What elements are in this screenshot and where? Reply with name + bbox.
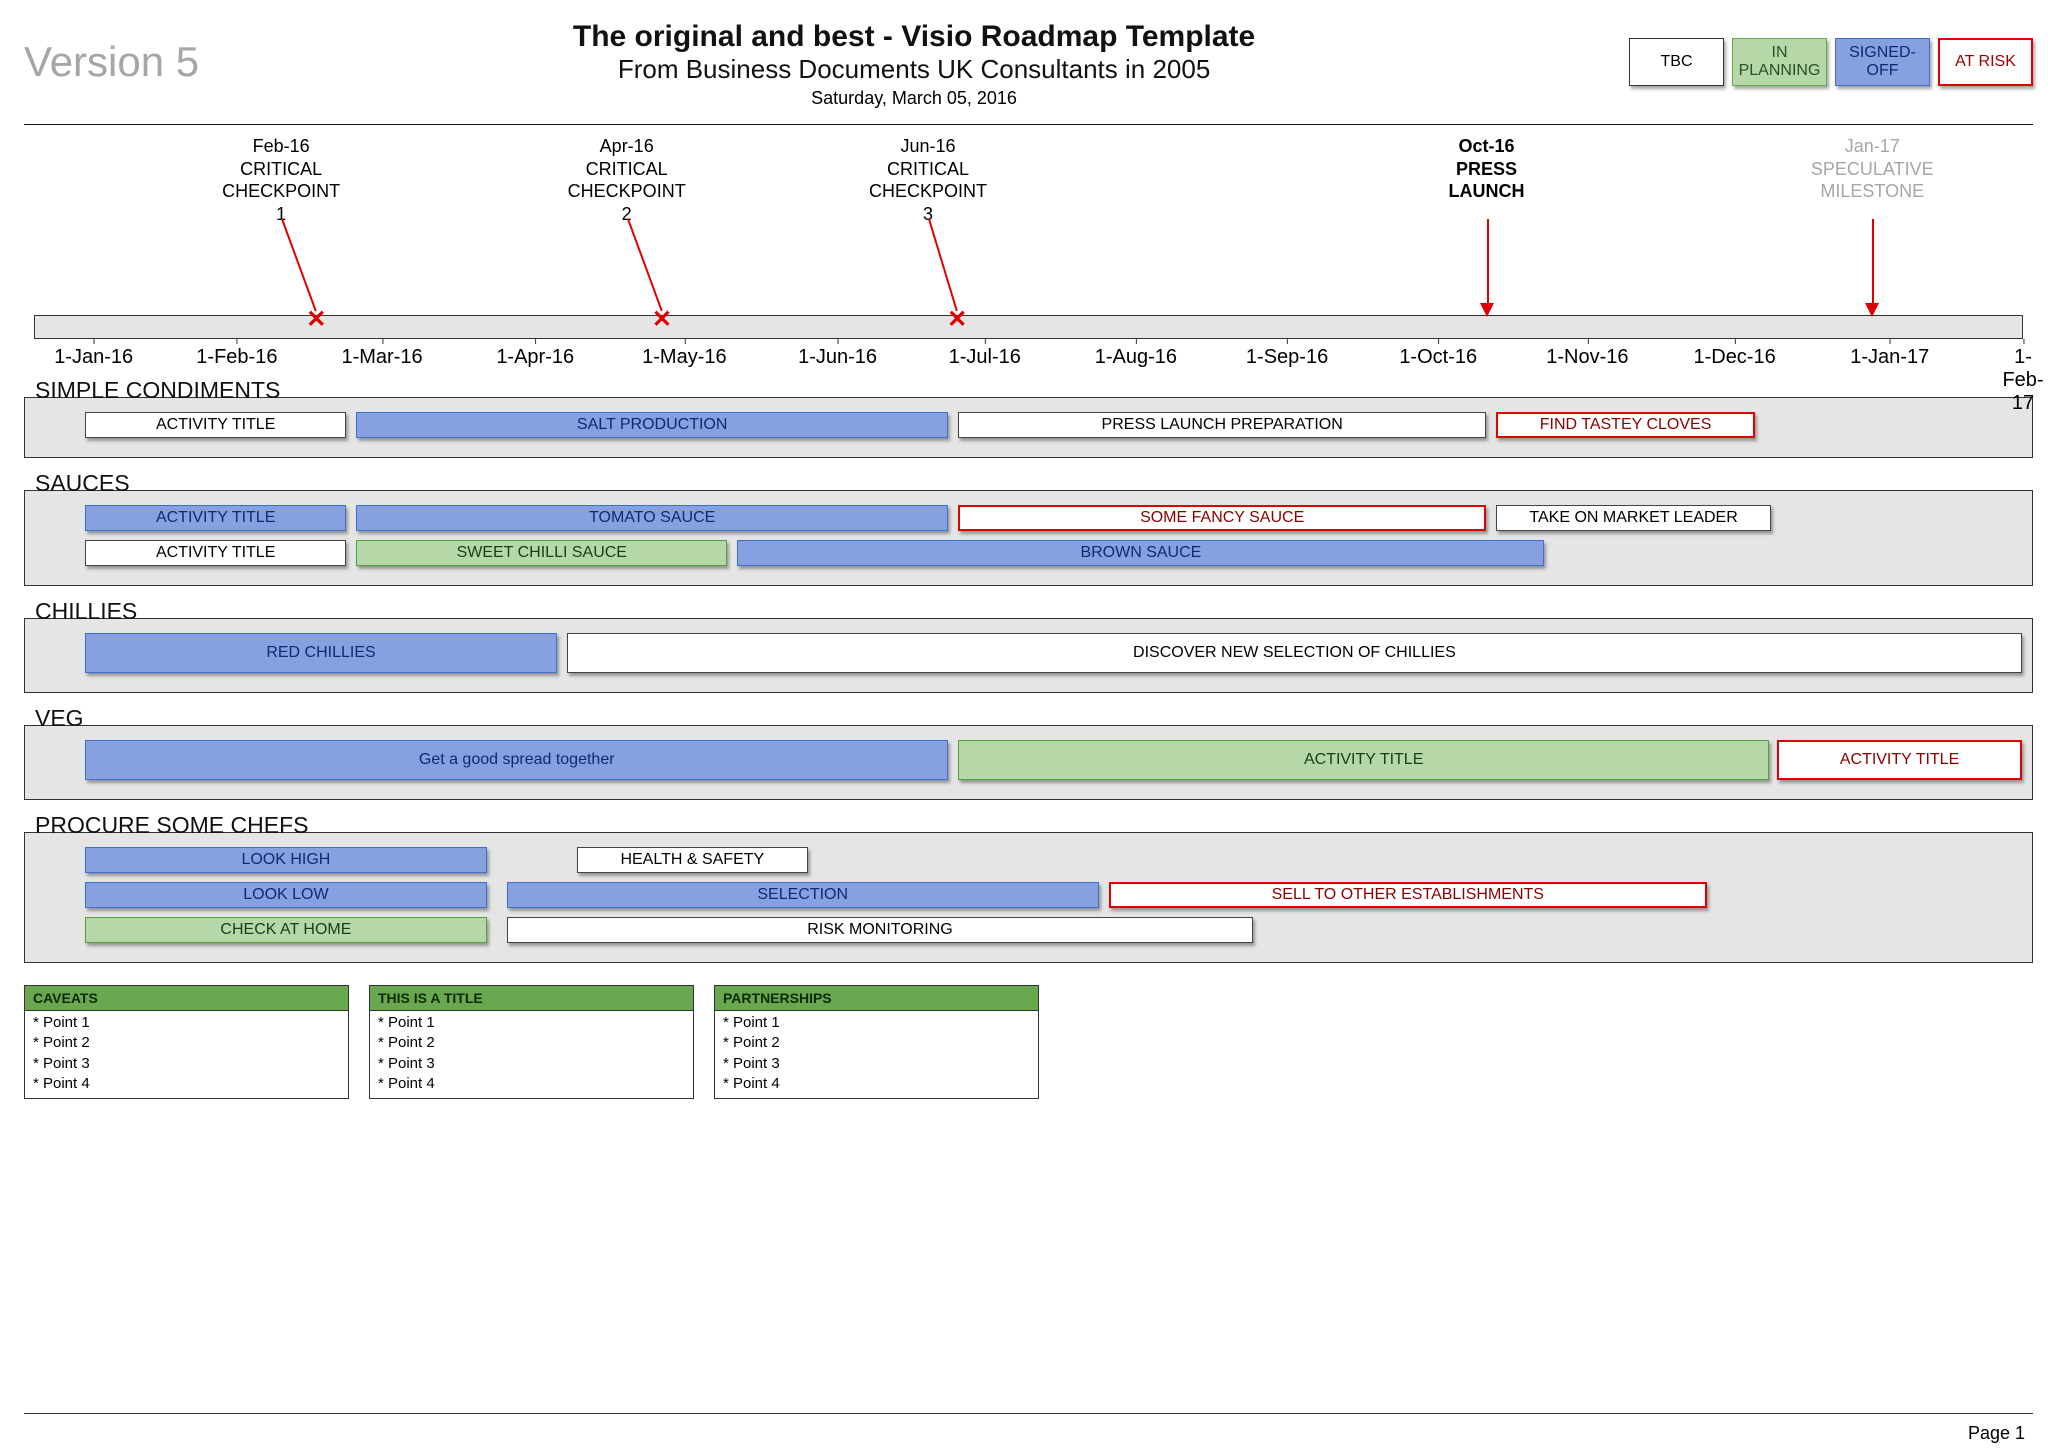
- legend: TBC IN PLANNING SIGNED-OFF AT RISK: [1629, 38, 2033, 86]
- activity-bar: RED CHILLIES: [85, 633, 557, 673]
- milestone-connector: [1487, 219, 1489, 311]
- footer-point: * Point 1: [33, 1013, 340, 1033]
- page: Version 5 The original and best - Visio …: [0, 0, 2057, 1456]
- activity-bar: SWEET CHILLI SAUCE: [356, 540, 727, 566]
- swimlane-title: SAUCES: [35, 470, 2032, 497]
- header-row: Version 5 The original and best - Visio …: [24, 20, 2033, 125]
- activity-bar: TAKE ON MARKET LEADER: [1496, 505, 1771, 531]
- footer-point: * Point 2: [33, 1033, 340, 1053]
- timeline-tick: 1-Jul-16: [949, 346, 1021, 369]
- footer-point: * Point 2: [378, 1033, 685, 1053]
- timeline-tick: 1-Dec-16: [1693, 346, 1775, 369]
- swimlane-title: SIMPLE CONDIMENTS: [35, 377, 2032, 404]
- footer-boxes: CAVEATS* Point 1* Point 2* Point 3* Poin…: [24, 985, 2033, 1099]
- timeline-tick: 1-Feb-16: [196, 346, 277, 369]
- timeline-tick: 1-Oct-16: [1399, 346, 1477, 369]
- title-block: The original and best - Visio Roadmap Te…: [573, 20, 1255, 109]
- milestone-arrow-icon: [1480, 303, 1494, 317]
- footer-box-title: CAVEATS: [25, 986, 348, 1011]
- main-title: The original and best - Visio Roadmap Te…: [573, 20, 1255, 54]
- activity-bar: ACTIVITY TITLE: [85, 505, 346, 531]
- timeline-tick: 1-Feb-17: [2002, 346, 2043, 415]
- footer-box: PARTNERSHIPS* Point 1* Point 2* Point 3*…: [714, 985, 1039, 1099]
- milestone-x-icon: ✕: [306, 305, 326, 334]
- activity-bar: LOOK LOW: [85, 882, 486, 908]
- swimlanes: SIMPLE CONDIMENTSACTIVITY TITLESALT PROD…: [24, 397, 2033, 963]
- milestone-area: 1-Jan-161-Feb-161-Mar-161-Apr-161-May-16…: [24, 135, 2033, 355]
- timeline-tick: 1-Jan-17: [1850, 346, 1929, 369]
- activity-bar: SELECTION: [507, 882, 1099, 908]
- footer-box: CAVEATS* Point 1* Point 2* Point 3* Poin…: [24, 985, 349, 1099]
- date-label: Saturday, March 05, 2016: [573, 88, 1255, 109]
- swimlane: SIMPLE CONDIMENTSACTIVITY TITLESALT PROD…: [24, 397, 2033, 458]
- activity-bar: SALT PRODUCTION: [356, 412, 948, 438]
- activity-bar: ACTIVITY TITLE: [85, 540, 346, 566]
- milestone-label: Jun-16CRITICALCHECKPOINT3: [838, 135, 1018, 225]
- activity-bar: ACTIVITY TITLE: [958, 740, 1769, 780]
- milestone-x-icon: ✕: [652, 305, 672, 334]
- legend-in-planning: IN PLANNING: [1732, 38, 1827, 86]
- timeline-tick: 1-Apr-16: [496, 346, 574, 369]
- milestone-label: Apr-16CRITICALCHECKPOINT2: [537, 135, 717, 225]
- activity-bar: Get a good spread together: [85, 740, 948, 780]
- timeline-tick: 1-Nov-16: [1546, 346, 1628, 369]
- activity-bar: TOMATO SAUCE: [356, 505, 948, 531]
- swimlane: CHILLIESRED CHILLIESDISCOVER NEW SELECTI…: [24, 618, 2033, 693]
- timeline-tick: 1-May-16: [642, 346, 726, 369]
- footer-point: * Point 3: [723, 1054, 1030, 1074]
- milestone-connector: [281, 219, 317, 312]
- timeline-tick: 1-Jan-16: [54, 346, 133, 369]
- activity-bar: LOOK HIGH: [85, 847, 486, 873]
- footer-point: * Point 3: [378, 1054, 685, 1074]
- activity-bar: DISCOVER NEW SELECTION OF CHILLIES: [567, 633, 2022, 673]
- legend-signed-off: SIGNED-OFF: [1835, 38, 1930, 86]
- page-number: Page 1: [1968, 1423, 2025, 1444]
- footer-point: * Point 4: [723, 1074, 1030, 1094]
- milestone-label: Oct-16PRESSLAUNCH: [1397, 135, 1577, 203]
- milestone-label: Feb-16CRITICALCHECKPOINT1: [191, 135, 371, 225]
- activity-bar: RISK MONITORING: [507, 917, 1254, 943]
- swimlane: PROCURE SOME CHEFSLOOK HIGHHEALTH & SAFE…: [24, 832, 2033, 963]
- milestone-x-icon: ✕: [947, 305, 967, 334]
- timeline-tick: 1-Mar-16: [341, 346, 422, 369]
- footer-box-title: PARTNERSHIPS: [715, 986, 1038, 1011]
- swimlane-title: PROCURE SOME CHEFS: [35, 812, 2032, 839]
- version-label: Version 5: [24, 38, 199, 86]
- timeline-tick: 1-Aug-16: [1095, 346, 1177, 369]
- activity-bar: SELL TO OTHER ESTABLISHMENTS: [1109, 882, 1707, 908]
- activity-bar: ACTIVITY TITLE: [1777, 740, 2022, 780]
- footer-rule: [24, 1413, 2033, 1414]
- activity-bar: FIND TASTEY CLOVES: [1496, 412, 1755, 438]
- tick-row: 1-Jan-16 1-Feb-16 1-Mar-16 1-Apr-16 1-May-16…: [34, 340, 2023, 380]
- activity-bar: BROWN SAUCE: [737, 540, 1544, 566]
- footer-point: * Point 1: [723, 1013, 1030, 1033]
- footer-point: * Point 4: [378, 1074, 685, 1094]
- swimlane-title: CHILLIES: [35, 598, 2032, 625]
- activity-bar: PRESS LAUNCH PREPARATION: [958, 412, 1486, 438]
- milestone-connector: [627, 219, 663, 312]
- milestone-label: Jan-17SPECULATIVEMILESTONE: [1782, 135, 1962, 203]
- swimlane: SAUCESACTIVITY TITLETOMATO SAUCESOME FAN…: [24, 490, 2033, 586]
- footer-point: * Point 4: [33, 1074, 340, 1094]
- legend-tbc: TBC: [1629, 38, 1724, 86]
- legend-at-risk: AT RISK: [1938, 38, 2033, 86]
- footer-point: * Point 1: [378, 1013, 685, 1033]
- activity-bar: ACTIVITY TITLE: [85, 412, 346, 438]
- activity-bar: SOME FANCY SAUCE: [958, 505, 1486, 531]
- footer-box-title: THIS IS A TITLE: [370, 986, 693, 1011]
- activity-bar: HEALTH & SAFETY: [577, 847, 808, 873]
- timeline-tick: 1-Sep-16: [1246, 346, 1328, 369]
- footer-point: * Point 3: [33, 1054, 340, 1074]
- milestone-connector: [928, 219, 958, 312]
- milestone-connector: [1872, 219, 1874, 311]
- footer-point: * Point 2: [723, 1033, 1030, 1053]
- subtitle: From Business Documents UK Consultants i…: [573, 54, 1255, 85]
- swimlane-title: VEG: [35, 705, 2032, 732]
- swimlane: VEGGet a good spread togetherACTIVITY TI…: [24, 725, 2033, 800]
- footer-box: THIS IS A TITLE* Point 1* Point 2* Point…: [369, 985, 694, 1099]
- milestone-arrow-icon: [1865, 303, 1879, 317]
- time-bar: [34, 315, 2023, 339]
- activity-bar: CHECK AT HOME: [85, 917, 486, 943]
- timeline-tick: 1-Jun-16: [798, 346, 877, 369]
